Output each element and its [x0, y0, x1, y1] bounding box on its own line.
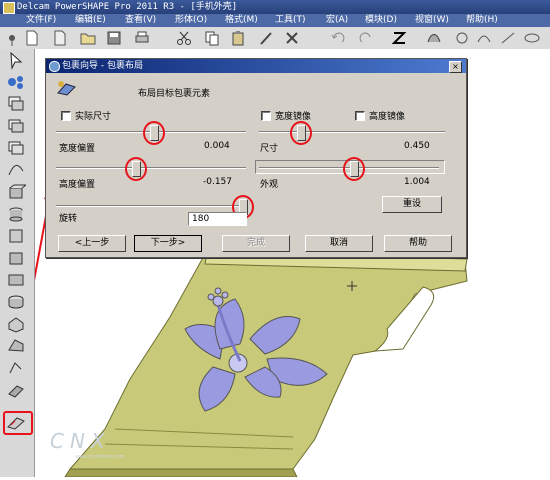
menu-object[interactable]: 形体(O) [175, 14, 207, 27]
copy-icon[interactable] [204, 30, 220, 46]
main-toolbar [0, 27, 550, 50]
left-toolbar [0, 49, 35, 477]
menu-file[interactable]: 文件(F) [26, 14, 56, 27]
pin-icon[interactable] [4, 30, 20, 46]
new-file-icon[interactable] [24, 30, 40, 46]
highlight-height-offset [125, 157, 147, 181]
actual-size-label: 实际尺寸 [75, 112, 112, 122]
delete-icon[interactable] [284, 30, 300, 46]
dialog-title: 包裹向导 - 包裹布局 [62, 61, 143, 71]
actual-size-checkbox[interactable] [61, 111, 71, 121]
curve-icon[interactable] [500, 30, 516, 46]
cancel-button[interactable]: 取消 [305, 235, 373, 252]
cut-icon[interactable] [176, 30, 192, 46]
width-mirror-checkbox[interactable] [261, 111, 271, 121]
menu-macro[interactable]: 宏(A) [326, 14, 348, 27]
brush-icon[interactable] [258, 30, 274, 46]
app-icon [3, 2, 15, 14]
print-icon[interactable] [134, 30, 150, 46]
back-button[interactable]: <上一步 [58, 235, 126, 252]
app-title: Delcam PowerSHAPE Pro 2011 R3 - [手机外壳] [17, 2, 238, 12]
help-button[interactable]: 帮助 [384, 235, 452, 252]
menu-edit[interactable]: 编辑(E) [75, 14, 106, 27]
curve-tool-icon[interactable] [6, 161, 26, 179]
redo-icon[interactable] [358, 30, 374, 46]
highlight-width-offset [143, 121, 165, 145]
height-mirror-checkbox[interactable] [355, 111, 365, 121]
size-track [259, 131, 445, 133]
rotate-input[interactable]: 180 [188, 212, 247, 226]
app-title-bar: Delcam PowerSHAPE Pro 2011 R3 - [手机外壳] [0, 0, 550, 14]
size-label: 尺寸 [260, 144, 279, 154]
edit-icon[interactable] [6, 139, 26, 157]
menu-format[interactable]: 格式(M) [225, 14, 258, 27]
paste-icon[interactable] [230, 30, 246, 46]
wrap-wizard-icon [57, 81, 76, 96]
surface-icon[interactable] [426, 30, 442, 46]
solid-icon[interactable] [6, 183, 26, 201]
reset-button[interactable]: 重设 [382, 196, 442, 213]
menu-view[interactable]: 查看(V) [125, 14, 156, 27]
box-icon[interactable] [6, 249, 26, 267]
height-offset-track [56, 167, 246, 169]
ellipse-icon[interactable] [524, 30, 540, 46]
highlight-appearance [343, 157, 365, 181]
appearance-value: 1.004 [404, 177, 430, 187]
zoom-draw-icon[interactable] [392, 30, 408, 46]
dimension-icon[interactable] [6, 359, 26, 377]
width-offset-value: 0.004 [204, 141, 230, 151]
layer-icon[interactable] [6, 117, 26, 135]
width-mirror-label: 宽度镜像 [275, 112, 312, 122]
menu-bar: 文件(F) 编辑(E) 查看(V) 形体(O) 格式(M) 工具(T) 宏(A)… [0, 14, 550, 27]
wrap-wizard-icon[interactable] [6, 413, 26, 431]
dialog-icon [49, 61, 60, 72]
shape-icon[interactable] [476, 30, 492, 46]
height-offset-value: -0.157 [203, 177, 233, 187]
rotate-label: 旋转 [59, 214, 78, 224]
size-value: 0.450 [404, 141, 430, 151]
close-button[interactable]: × [449, 61, 462, 73]
dialog-title-bar: 包裹向导 - 包裹布局 × [46, 59, 466, 73]
highlight-size [290, 121, 312, 145]
undo-icon[interactable] [330, 30, 346, 46]
new-doc-icon[interactable] [52, 30, 68, 46]
wrap-wizard-dialog: 包裹向导 - 包裹布局 × 布局目标包裹元素 实际尺寸 宽度偏置 0.004 高… [45, 58, 467, 258]
open-icon[interactable] [80, 30, 96, 46]
menu-module[interactable]: 模块(D) [365, 14, 397, 27]
menu-window[interactable]: 视窗(W) [415, 14, 449, 27]
height-offset-label: 高度偏置 [59, 180, 96, 190]
molecule-icon[interactable] [6, 73, 26, 91]
block-icon[interactable] [6, 315, 26, 333]
watermark-logo: CNX [50, 429, 111, 453]
finish-button[interactable]: 完成 [222, 235, 290, 252]
select-arrow-icon[interactable] [6, 52, 26, 70]
rotate-view-icon[interactable] [454, 30, 470, 46]
prism-icon[interactable] [6, 337, 26, 355]
cylinder-icon[interactable] [6, 205, 26, 223]
height-mirror-label: 高度镜像 [369, 112, 406, 122]
menu-tools[interactable]: 工具(T) [275, 14, 306, 27]
workplane-icon[interactable] [6, 95, 26, 113]
stack-icon[interactable] [6, 227, 26, 245]
width-offset-label: 宽度偏置 [59, 144, 96, 154]
assembly-icon[interactable] [6, 271, 26, 289]
watermark-url: www.cnxitzone.com [75, 454, 125, 460]
appearance-label: 外观 [260, 180, 279, 190]
dialog-heading: 布局目标包裹元素 [138, 89, 211, 99]
next-button[interactable]: 下一步> [134, 235, 202, 252]
wrap-icon[interactable] [6, 381, 26, 399]
save-icon[interactable] [106, 30, 122, 46]
drum-icon[interactable] [6, 293, 26, 311]
menu-help[interactable]: 帮助(H) [466, 14, 498, 27]
rotate-track [56, 205, 246, 207]
